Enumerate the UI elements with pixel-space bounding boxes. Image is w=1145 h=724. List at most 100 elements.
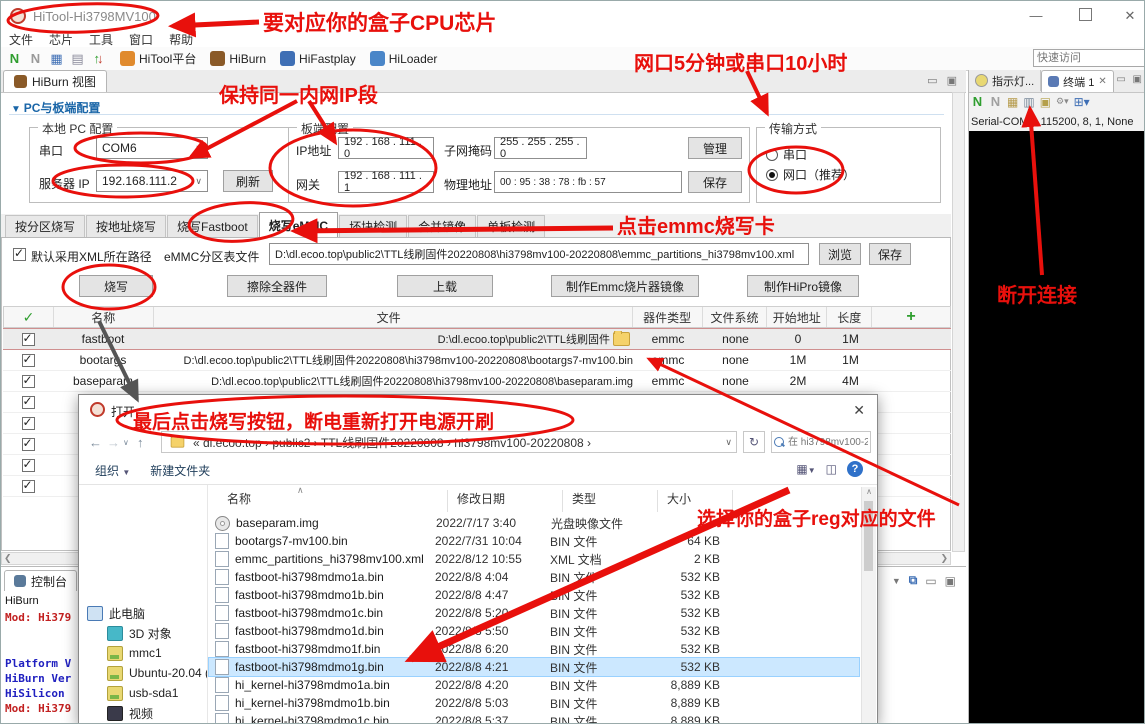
browse-button[interactable]: 浏览 [819, 243, 861, 265]
file-row[interactable]: hi_kernel-hi3798mdmo1c.bin 2022/8/8 5:37… [209, 712, 859, 724]
launcher-item[interactable]: HiBurn [210, 51, 266, 66]
col-file-type[interactable]: 类型 [572, 490, 596, 507]
manage-button[interactable]: 管理 [688, 137, 742, 159]
row-checkbox[interactable] [22, 375, 35, 388]
menu-item[interactable]: 文件 [9, 31, 33, 47]
launcher-item[interactable]: HiFastplay [280, 51, 356, 66]
remote-icon[interactable]: ▤ [70, 51, 85, 66]
sidebar-item[interactable]: usb-sda1 [107, 683, 178, 703]
breadcrumb-dropdown-icon[interactable] [725, 437, 732, 448]
file-row[interactable]: fastboot-hi3798mdmo1d.bin 2022/8/8 5:50 … [209, 622, 859, 640]
file-row[interactable]: hi_kernel-hi3798mdmo1b.bin 2022/8/8 5:03… [209, 694, 859, 712]
view-pane-buttons[interactable]: ▭ ▣ [927, 74, 960, 87]
file-row[interactable]: fastboot-hi3798mdmo1c.bin 2022/8/8 5:20 … [209, 604, 859, 622]
sidebar-item[interactable]: 此电脑 [87, 603, 145, 623]
row-checkbox[interactable] [22, 480, 35, 493]
refresh-icon[interactable]: ↻ [743, 431, 765, 453]
file-row[interactable]: bootargs7-mv100.bin 2022/7/31 10:04 BIN … [209, 532, 859, 550]
terminal-menu-icon[interactable]: ⚙▾ [1056, 96, 1069, 107]
transfer-icon[interactable]: ↑↓ [91, 51, 106, 66]
refresh-button[interactable]: 刷新 [223, 170, 273, 192]
connect-icon[interactable]: N [7, 51, 22, 66]
server-ip-select[interactable]: 192.168.111.2 [96, 170, 208, 192]
partition-row[interactable]: baseparam D:\dl.ecoo.top\public2\TTL线刷固件… [3, 371, 951, 392]
dialog-close-icon[interactable]: ✕ [853, 402, 865, 419]
row-checkbox[interactable] [22, 438, 35, 451]
make-hipro-image-button[interactable]: 制作HiPro镜像 [747, 275, 859, 297]
tab-hiburn-view[interactable]: HiBurn 视图 [3, 70, 107, 92]
maximize-button[interactable] [1079, 8, 1092, 21]
terminal-clear-icon[interactable]: ▥ [1023, 95, 1034, 109]
file-row[interactable]: fastboot-hi3798mdmo1a.bin 2022/8/8 4:04 … [209, 568, 859, 586]
search-box[interactable] [771, 431, 871, 453]
menu-item[interactable]: 工具 [89, 31, 113, 47]
up-icon[interactable]: ↑ [137, 435, 144, 450]
console-menu-icon[interactable]: ▼ [892, 576, 901, 586]
board-save-button[interactable]: 保存 [688, 171, 742, 193]
burn-tab[interactable]: 按分区烧写 [5, 215, 85, 237]
file-row[interactable]: fastboot-hi3798mdmo1b.bin 2022/8/8 4:47 … [209, 586, 859, 604]
burn-tab[interactable]: 单板检测 [477, 215, 545, 237]
row-checkbox[interactable] [22, 396, 35, 409]
network-radio[interactable]: 网口（推荐） [766, 166, 855, 183]
erase-all-button[interactable]: 擦除全器件 [227, 275, 327, 297]
burn-tab[interactable]: 按地址烧写 [86, 215, 166, 237]
view-mode-icon[interactable]: ▦▼ [796, 462, 815, 476]
menu-item[interactable]: 窗口 [129, 31, 153, 47]
sidebar-item[interactable]: mmc1 [107, 643, 162, 663]
vertical-scrollbar[interactable] [952, 92, 965, 552]
file-row[interactable]: baseparam.img 2022/7/17 3:40 光盘映像文件 [209, 514, 859, 532]
row-checkbox[interactable] [22, 354, 35, 367]
gateway-input[interactable]: 192 . 168 . 111 . 1 [338, 171, 434, 193]
add-row-icon[interactable]: + [906, 308, 915, 326]
forward-icon[interactable]: → [107, 435, 120, 450]
history-chevron-icon[interactable]: ∨ [123, 438, 129, 447]
new-terminal-icon[interactable]: ⊞▾ [1074, 95, 1090, 109]
netmask-input[interactable]: 255 . 255 . 255 . 0 [494, 137, 587, 159]
row-checkbox[interactable] [22, 333, 35, 346]
serial-radio[interactable]: 串口 [766, 146, 807, 163]
console-maximize-icon[interactable]: ▣ [945, 574, 956, 588]
burn-button[interactable]: 烧写 [79, 275, 153, 297]
serial-port-select[interactable]: COM6 [96, 137, 208, 159]
burn-tool-icon[interactable]: ▦ [49, 51, 64, 66]
breadcrumb[interactable]: « dl.ecoo.top › public2 › TTL线刷固件2022080… [161, 431, 737, 453]
row-checkbox[interactable] [22, 459, 35, 472]
disconnect-icon[interactable]: N [28, 51, 43, 66]
close-button[interactable]: ✕ [1123, 9, 1137, 23]
launcher-item[interactable]: HiTool平台 [120, 50, 196, 67]
file-row[interactable]: fastboot-hi3798mdmo1g.bin 2022/8/8 4:21 … [209, 658, 859, 676]
terminal-connect-icon[interactable]: N [971, 94, 984, 109]
terminal-settings-icon[interactable]: ▦ [1007, 95, 1018, 109]
browse-file-icon[interactable] [613, 332, 630, 346]
console-open-icon[interactable]: ⧉ [909, 573, 918, 588]
xml-path-checkbox[interactable] [13, 248, 26, 261]
sidebar-item[interactable]: Ubuntu-20.04 ( [107, 663, 208, 683]
launcher-item[interactable]: HiLoader [370, 51, 438, 66]
new-folder-button[interactable]: 新建文件夹 [150, 462, 210, 479]
back-icon[interactable]: ← [89, 435, 102, 450]
organize-menu[interactable]: 组织 ▼ [95, 462, 130, 479]
tab-indicator-lights[interactable]: 指示灯... [969, 70, 1041, 91]
console-minimize-icon[interactable]: ▭ [925, 574, 936, 588]
preview-pane-icon[interactable]: ◫ [826, 462, 837, 476]
make-emmc-image-button[interactable]: 制作Emmc烧片器镜像 [551, 275, 699, 297]
select-all-icon[interactable]: ✓ [23, 309, 35, 326]
close-tab-icon[interactable]: ✕ [1098, 76, 1106, 87]
partition-row[interactable]: bootargs D:\dl.ecoo.top\public2\TTL线刷固件2… [3, 350, 951, 371]
dialog-scrollbar[interactable]: ∧ [861, 487, 876, 724]
terminal-disconnect-icon[interactable]: N [989, 94, 1002, 109]
col-file-date[interactable]: 修改日期 [457, 490, 505, 507]
menu-item[interactable]: 帮助 [169, 31, 193, 47]
burn-tab[interactable]: 烧写eMMC [259, 212, 338, 237]
sidebar-item[interactable]: 视频 [107, 703, 153, 723]
col-file-name[interactable]: 名称 [227, 490, 251, 507]
col-file-size[interactable]: 大小 [667, 490, 691, 507]
quick-access-input[interactable] [1033, 49, 1145, 67]
upload-button[interactable]: 上载 [397, 275, 493, 297]
right-pane-buttons[interactable]: ▭ ▣ [1116, 74, 1144, 85]
file-row[interactable]: hi_kernel-hi3798mdmo1a.bin 2022/8/8 4:20… [209, 676, 859, 694]
mac-input[interactable]: 00 : 95 : 38 : 78 : fb : 57 [494, 171, 682, 193]
help-icon[interactable]: ? [847, 461, 863, 477]
board-ip-input[interactable]: 192 . 168 . 111 . 0 [338, 137, 434, 159]
